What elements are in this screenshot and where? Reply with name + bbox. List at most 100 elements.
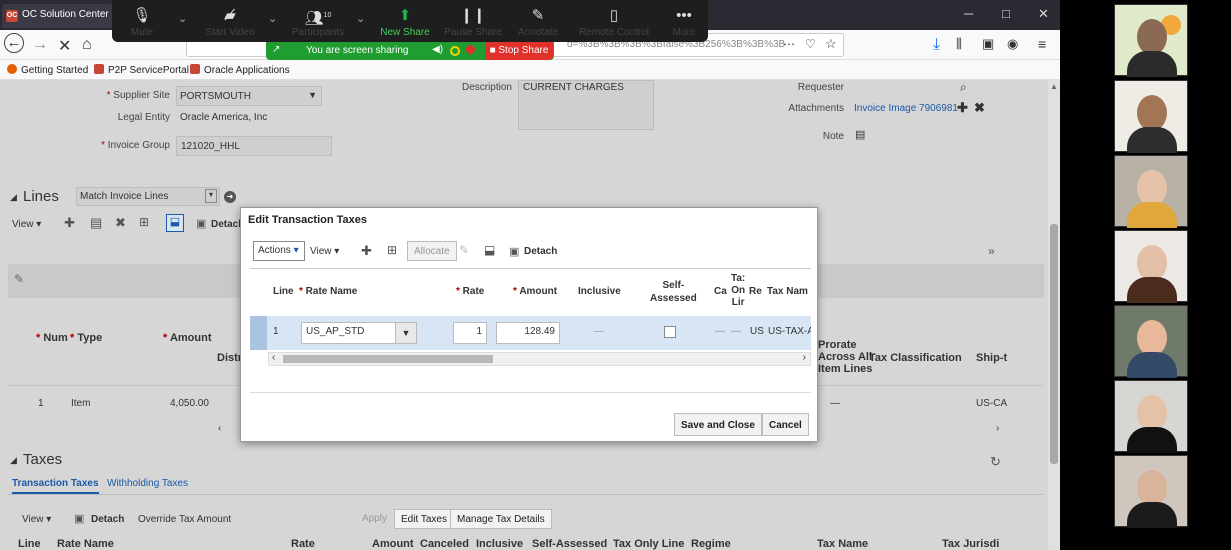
close-window-icon[interactable]: ✕: [1038, 6, 1049, 22]
edit-taxes-button[interactable]: Edit Taxes: [394, 509, 454, 529]
chevron-down-icon[interactable]: ⌄: [178, 12, 187, 25]
remote-control-button[interactable]: ▯ Remote Control: [578, 5, 650, 38]
scroll-right-small-icon[interactable]: ›: [996, 423, 999, 434]
lines-view-menu[interactable]: View ▾: [12, 219, 41, 230]
wrap-icon[interactable]: ⬓: [484, 243, 495, 257]
participant-tile-3[interactable]: [1114, 155, 1188, 228]
page-scrollbar-thumb[interactable]: [1050, 224, 1058, 464]
delete-attachment-icon[interactable]: ✖: [974, 100, 985, 116]
row-selector[interactable]: [250, 316, 267, 350]
participant-tile-4[interactable]: [1114, 230, 1188, 303]
edit-icon[interactable]: ✎: [459, 243, 469, 257]
add-icon[interactable]: ✚: [64, 215, 75, 231]
amount-input[interactable]: 128.49: [496, 322, 560, 344]
download-icon[interactable]: ⤓: [933, 36, 940, 54]
rate-input[interactable]: 1: [453, 322, 487, 344]
scroll-left-icon[interactable]: ‹: [218, 423, 221, 434]
audio-icon[interactable]: ◀︎): [432, 44, 443, 55]
participant-tile-5[interactable]: [1114, 305, 1188, 378]
self-assessed-checkbox[interactable]: [664, 326, 676, 338]
sidebar-icon[interactable]: ▣: [982, 36, 994, 52]
browser-tab[interactable]: OC OC Solution Center - I: [2, 4, 114, 28]
detach-icon[interactable]: ▣: [74, 512, 84, 525]
save-icon[interactable]: ▤: [90, 215, 102, 231]
rate-name-dropdown-icon[interactable]: ▼: [395, 322, 417, 344]
pocket-icon[interactable]: ♡: [805, 37, 816, 51]
participant-tile-7[interactable]: [1114, 455, 1188, 528]
scroll-up-icon[interactable]: ▲: [1050, 82, 1058, 91]
edit-icon[interactable]: ✎: [14, 272, 24, 286]
description-textarea[interactable]: CURRENT CHARGES: [518, 80, 654, 130]
edit-transaction-taxes-dialog: Edit Transaction Taxes Actions ▾ View ▾ …: [240, 207, 818, 442]
freeze-icon[interactable]: ⊞: [139, 215, 149, 229]
maximize-icon[interactable]: □: [1002, 6, 1010, 21]
mute-button[interactable]: 🎙︎ Mute: [112, 5, 172, 38]
minimize-icon[interactable]: ─: [964, 6, 973, 21]
forward-icon[interactable]: →: [32, 36, 48, 54]
invoice-group-input[interactable]: 121020_HHL: [176, 136, 332, 156]
bookmark-p2p[interactable]: P2P ServicePortal: [94, 64, 189, 76]
supplier-site-select[interactable]: PORTSMOUTH ▼: [176, 86, 322, 106]
pause-share-button[interactable]: ❙❙ Pause Share: [443, 5, 503, 38]
drag-handle-icon[interactable]: ↗: [272, 44, 280, 55]
participant-tile-6[interactable]: [1114, 380, 1188, 453]
tab-withholding-taxes[interactable]: Withholding Taxes: [107, 478, 188, 489]
bookmark-oracle-apps[interactable]: Oracle Applications: [190, 64, 290, 76]
detach-icon[interactable]: ▣: [196, 217, 206, 230]
wrap-icon[interactable]: ⬓: [166, 214, 184, 232]
back-icon[interactable]: ←: [4, 33, 24, 53]
participant-tile-2[interactable]: [1114, 80, 1188, 153]
library-icon[interactable]: ⫼: [956, 36, 962, 52]
table-row[interactable]: 1 US_AP_STD ▼ 1 128.49 — — — US US-TAX-A: [250, 316, 811, 350]
stop-record-icon[interactable]: [466, 45, 475, 54]
menu-icon[interactable]: ≡: [1038, 36, 1046, 52]
home-icon[interactable]: ⌂: [82, 36, 92, 54]
bookmark-getting-started[interactable]: Getting Started: [7, 64, 88, 76]
cancel-button[interactable]: Cancel: [762, 413, 809, 436]
more-button[interactable]: ••• More: [654, 5, 714, 38]
taxes-view-menu[interactable]: View ▾: [22, 514, 51, 525]
start-video-button[interactable]: ▰̸ Start Video: [200, 5, 260, 38]
stop-loading-icon[interactable]: ✕: [58, 36, 71, 56]
scroll-right-icon[interactable]: »: [988, 244, 995, 258]
apply-button[interactable]: Apply: [356, 509, 393, 529]
actions-menu[interactable]: Actions ▾: [253, 241, 305, 261]
page-actions-icon[interactable]: ⋯: [783, 37, 795, 51]
add-attachment-icon[interactable]: ✚: [957, 100, 968, 116]
scroll-right-icon[interactable]: ›: [803, 352, 806, 363]
rate-name-input[interactable]: US_AP_STD: [301, 322, 399, 344]
modal-hscroll-thumb[interactable]: [283, 355, 493, 363]
match-lines-select[interactable]: Match Invoice Lines ▾: [76, 187, 220, 206]
allocate-button[interactable]: Allocate: [407, 241, 457, 261]
add-row-icon[interactable]: ✚: [361, 243, 372, 259]
attachment-link[interactable]: Invoice Image 7906981: [854, 103, 958, 114]
account-icon[interactable]: ◉: [1007, 36, 1018, 52]
search-icon[interactable]: ⌕: [960, 80, 967, 95]
record-icon[interactable]: [450, 46, 460, 56]
bookmark-star-icon[interactable]: ☆: [825, 36, 837, 52]
note-icon[interactable]: ▤: [855, 128, 865, 141]
save-and-close-button[interactable]: Save and Close: [674, 413, 762, 436]
collapse-lines-icon[interactable]: ◢: [10, 192, 17, 203]
delete-icon[interactable]: ✖: [115, 215, 126, 231]
participant-tile-1[interactable]: [1114, 4, 1188, 77]
modal-hscroll[interactable]: ‹ ›: [268, 352, 811, 366]
new-share-button[interactable]: ⬆ New Share: [375, 5, 435, 38]
modal-view-menu[interactable]: View ▾: [310, 246, 339, 257]
chevron-down-icon[interactable]: ⌄: [356, 12, 365, 25]
refresh-icon[interactable]: ↻: [990, 454, 1001, 470]
annotate-button[interactable]: ✎ Annotate: [508, 5, 568, 38]
avatar: [1137, 470, 1167, 506]
tab-transaction-taxes[interactable]: Transaction Taxes: [12, 478, 99, 494]
modal-detach-button[interactable]: Detach: [524, 246, 557, 257]
scroll-left-icon[interactable]: ‹: [272, 352, 275, 363]
taxes-detach-button[interactable]: Detach: [91, 514, 124, 525]
manage-tax-details-button[interactable]: Manage Tax Details: [450, 509, 552, 529]
chevron-down-icon[interactable]: ⌄: [268, 12, 277, 25]
collapse-taxes-icon[interactable]: ◢: [10, 455, 17, 466]
detach-icon[interactable]: ▣: [509, 245, 519, 258]
participants-button[interactable]: 👥︎10 Participants: [288, 5, 348, 38]
stop-share-button[interactable]: ■ Stop Share: [485, 42, 553, 60]
freeze-icon[interactable]: ⊞: [387, 243, 397, 257]
go-icon[interactable]: ➜: [224, 191, 236, 203]
